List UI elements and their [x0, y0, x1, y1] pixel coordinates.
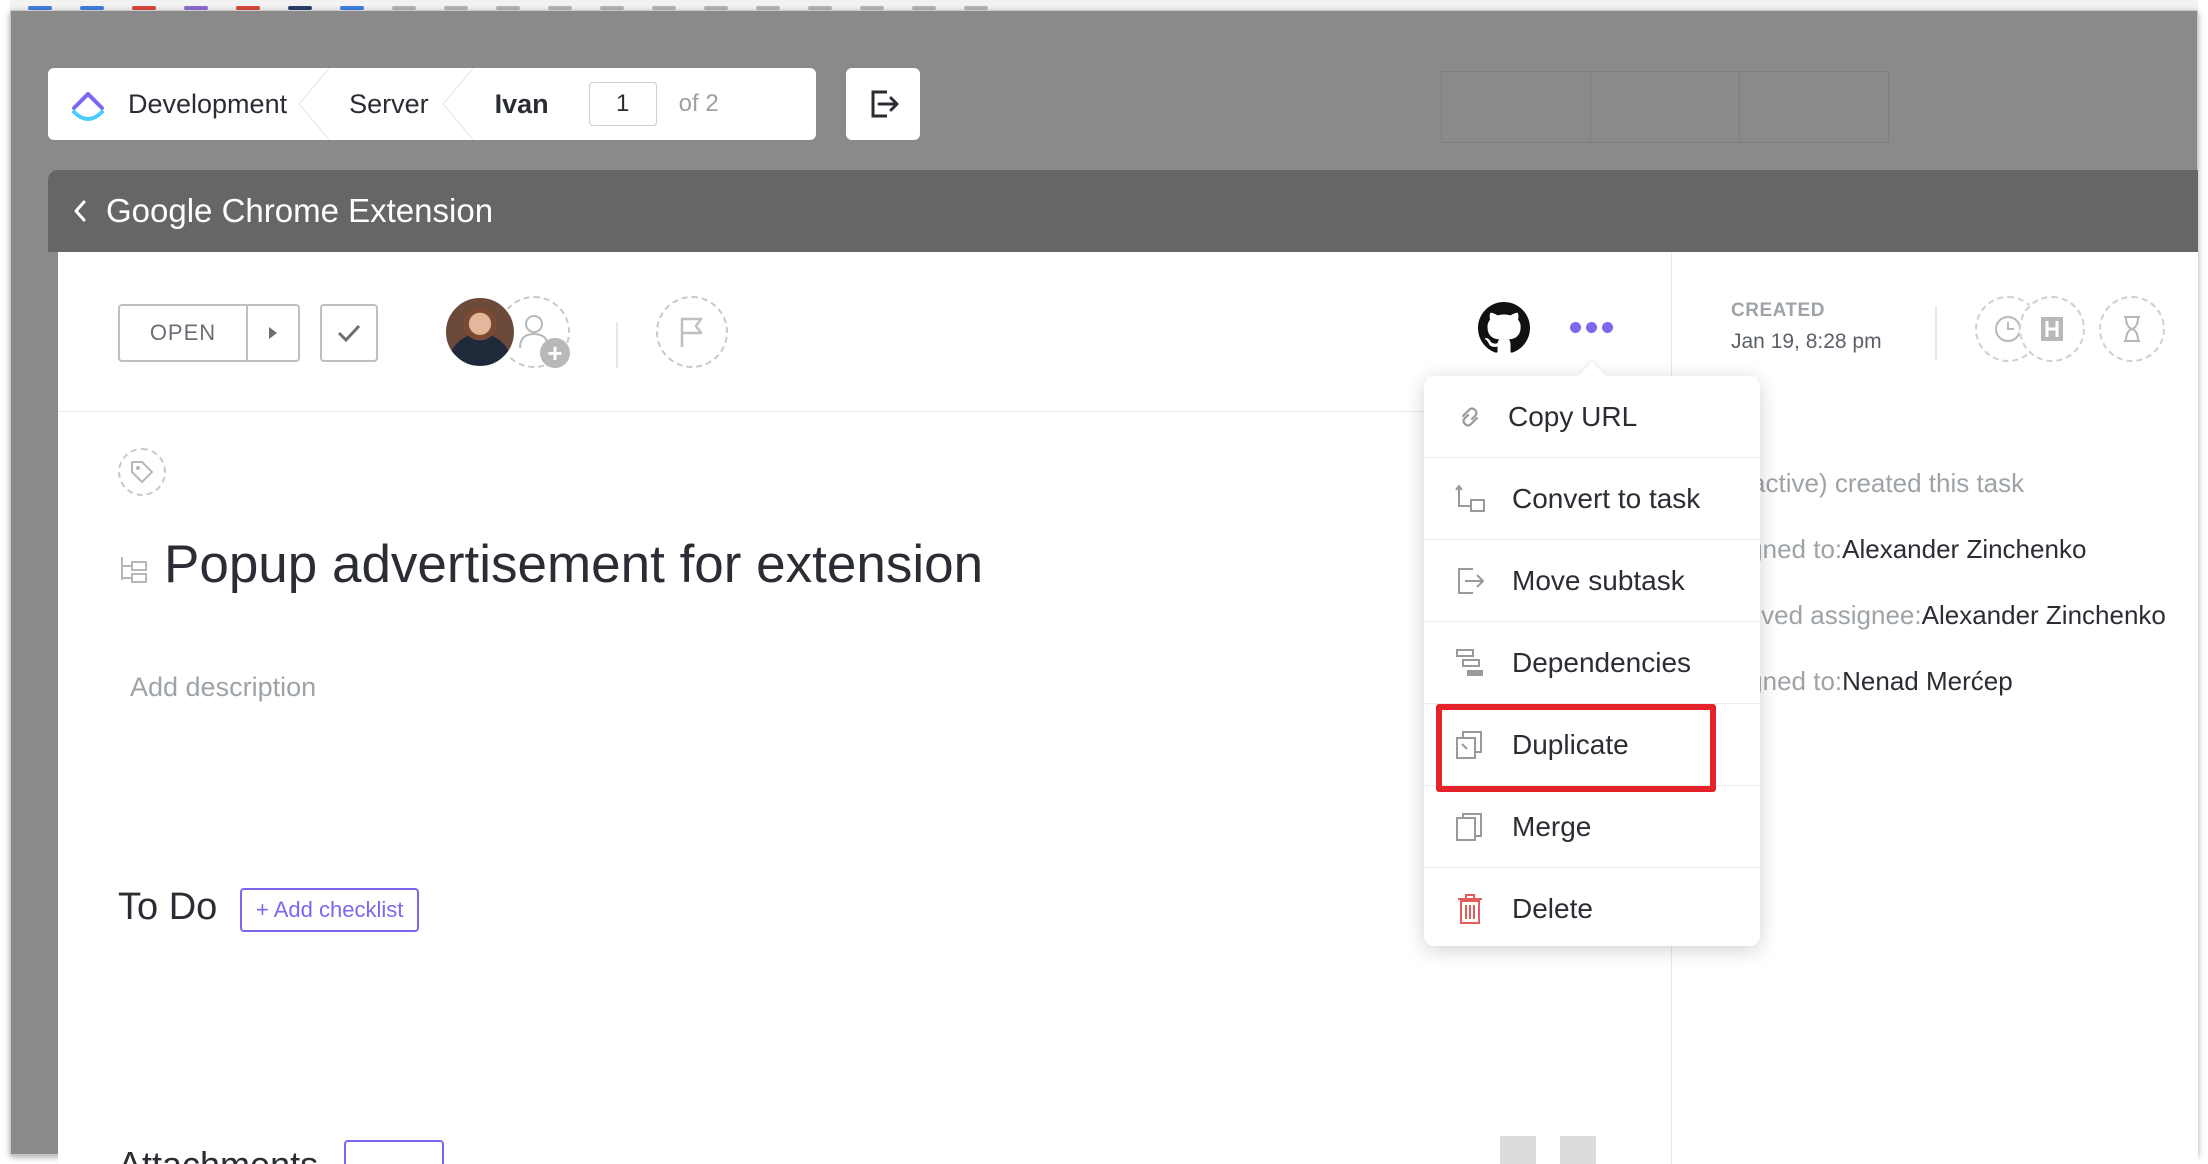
menu-item-copy-url[interactable]: Copy URL	[1424, 376, 1760, 458]
background-tab	[1590, 71, 1740, 143]
background-tab	[1441, 71, 1591, 143]
description-field[interactable]: Add description	[130, 672, 316, 703]
menu-item-delete[interactable]: Delete	[1424, 868, 1760, 950]
add-attachment-button[interactable]	[344, 1140, 444, 1164]
assignee-avatar[interactable]	[444, 296, 516, 368]
task-title[interactable]: Popup advertisement for extension	[164, 534, 983, 595]
menu-item-label: Duplicate	[1512, 728, 1629, 760]
background-tab	[1739, 71, 1889, 143]
flag-icon	[680, 317, 703, 347]
menu-item-convert-to-task[interactable]: Convert to task	[1424, 458, 1760, 540]
breadcrumb-label: Development	[128, 88, 288, 119]
created-date: Jan 19, 8:28 pm	[1731, 330, 1882, 353]
dot-icon	[1586, 322, 1597, 333]
trash-icon	[1452, 891, 1488, 927]
next-status-button[interactable]	[248, 306, 298, 360]
more-options-menu: Copy URL Convert to task Move subtask De…	[1424, 376, 1760, 946]
dependencies-icon	[1452, 645, 1488, 681]
task-modal-header: Google Chrome Extension	[48, 170, 2198, 252]
mark-complete-button[interactable]	[320, 304, 378, 362]
breadcrumb: Development Server Ivan of 2	[48, 68, 816, 140]
status-button[interactable]: OPEN	[118, 304, 300, 362]
chevron-left-icon[interactable]	[70, 196, 90, 226]
add-tag-button[interactable]	[118, 448, 166, 496]
divider	[1935, 306, 1937, 360]
breadcrumb-item-ivan[interactable]: Ivan	[473, 68, 589, 140]
hourglass-icon	[2124, 316, 2140, 342]
checklist-title: To Do	[118, 886, 218, 928]
menu-item-duplicate[interactable]: Duplicate	[1424, 704, 1760, 786]
breadcrumb-item-server[interactable]: Server	[329, 68, 473, 140]
merge-icon	[1452, 809, 1488, 845]
tag-icon	[131, 461, 153, 483]
more-options-button[interactable]	[1570, 322, 1613, 333]
list-view-icon[interactable]	[1560, 1136, 1596, 1164]
menu-item-label: Merge	[1512, 810, 1592, 842]
move-icon	[1452, 563, 1488, 599]
dot-icon	[1602, 322, 1613, 333]
bookmarks-bar	[10, 0, 2198, 10]
attachment-view-toggle	[1500, 1136, 1596, 1164]
convert-icon	[1452, 481, 1488, 517]
breadcrumb-label: Ivan	[494, 88, 549, 119]
clickup-logo-icon	[72, 92, 104, 121]
checkmark-icon	[337, 324, 361, 343]
add-checklist-button[interactable]: + Add checklist	[240, 888, 420, 932]
activity-object: Alexander Zinchenko	[1842, 533, 2087, 564]
subtask-icon	[121, 557, 147, 583]
grid-view-icon[interactable]	[1500, 1136, 1536, 1164]
menu-item-label: Copy URL	[1508, 400, 1638, 432]
menu-item-label: Dependencies	[1512, 646, 1692, 678]
created-label: CREATED	[1731, 300, 1825, 321]
harvest-button[interactable]	[2019, 296, 2085, 362]
caret-right-icon	[269, 327, 277, 339]
export-icon	[871, 90, 899, 118]
status-label[interactable]: OPEN	[120, 306, 248, 360]
menu-item-label: Move subtask	[1512, 564, 1685, 596]
plus-icon: +	[540, 338, 570, 368]
dot-icon	[1570, 322, 1581, 333]
github-icon[interactable]	[1478, 302, 1530, 354]
link-icon	[1452, 399, 1488, 435]
task-modal: OPEN + Popup advertisement for extension…	[58, 252, 2198, 1164]
attachments-title: Attachments	[118, 1144, 318, 1164]
open-in-new-button[interactable]	[846, 68, 920, 140]
breadcrumb-item-development[interactable]: Development	[128, 68, 330, 140]
time-estimate-button[interactable]	[2099, 296, 2165, 362]
priority-button[interactable]	[656, 296, 728, 368]
harvest-icon	[2041, 317, 2063, 341]
divider	[616, 322, 618, 368]
menu-item-dependencies[interactable]: Dependencies	[1424, 622, 1760, 704]
activity-object: Nenad Merćep	[1842, 665, 2013, 696]
page-number-input[interactable]	[588, 82, 657, 126]
page-total: of 2	[678, 90, 719, 117]
background-view-tabs	[1441, 71, 1889, 143]
duplicate-icon	[1452, 727, 1488, 763]
menu-item-label: Delete	[1512, 893, 1593, 924]
breadcrumb-label: Server	[349, 88, 429, 119]
parent-task-title[interactable]: Google Chrome Extension	[106, 192, 493, 230]
activity-object: Alexander Zinchenko	[1921, 599, 2166, 630]
menu-item-label: Convert to task	[1512, 482, 1701, 514]
menu-item-move-subtask[interactable]: Move subtask	[1424, 540, 1760, 622]
menu-item-merge[interactable]: Merge	[1424, 786, 1760, 868]
